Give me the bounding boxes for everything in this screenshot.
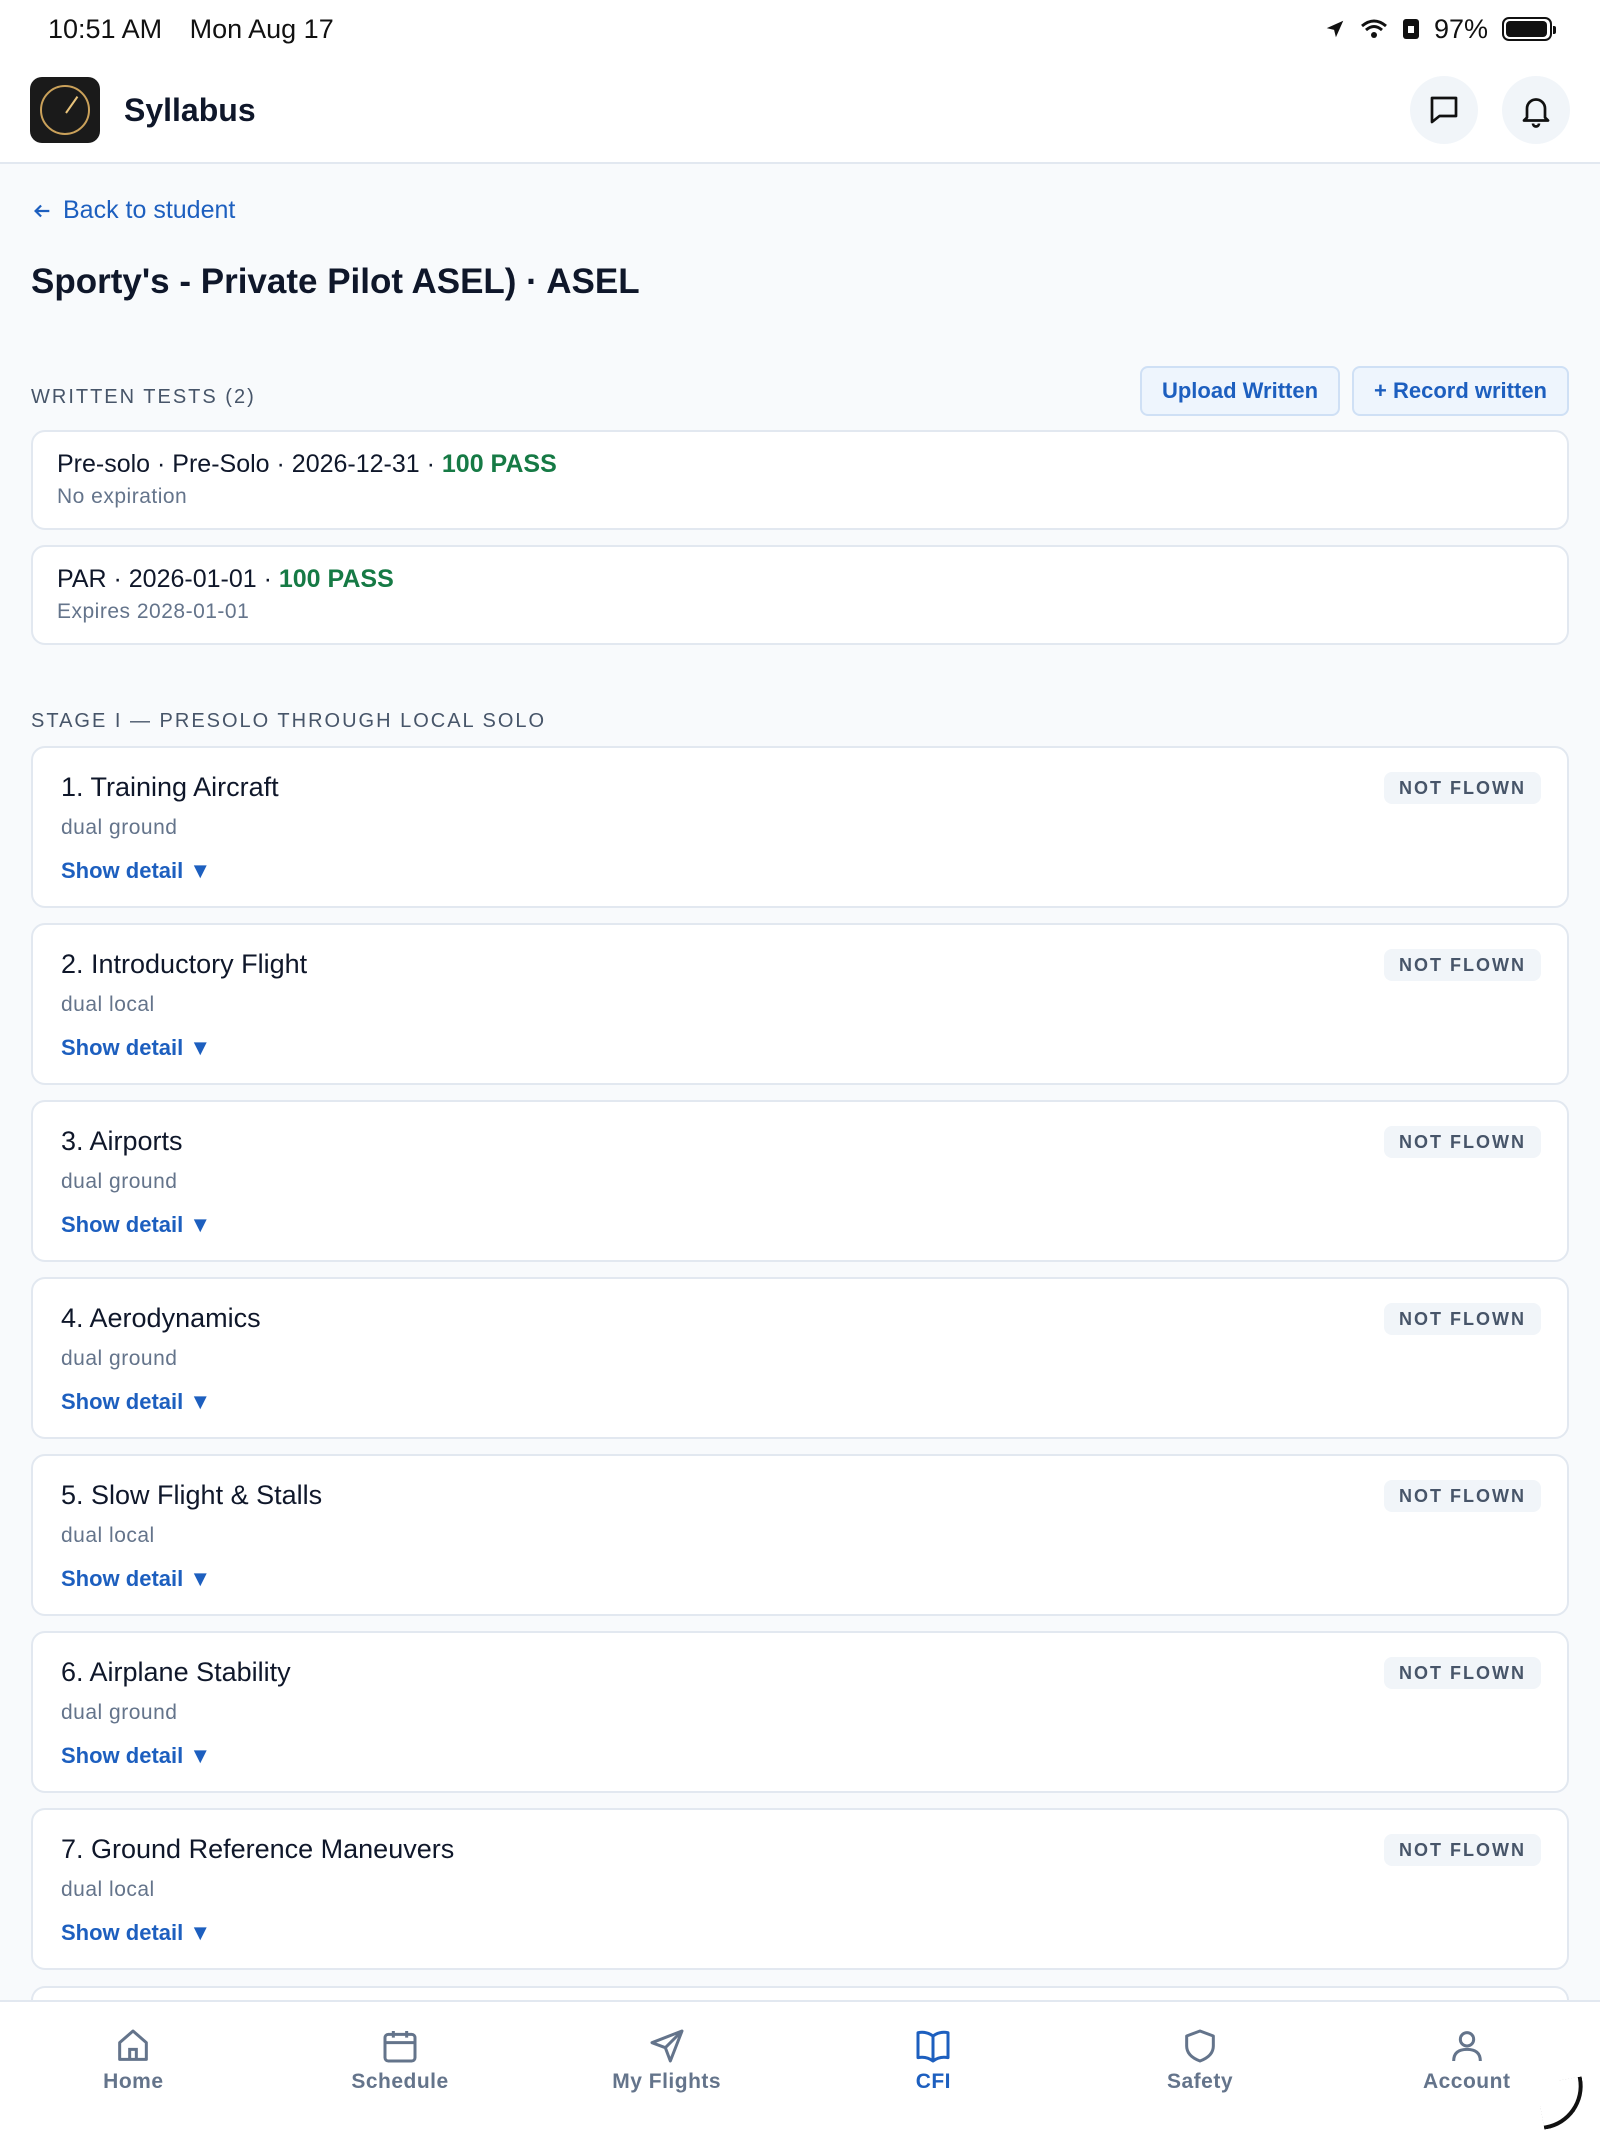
lesson-card: 4. Aerodynamics dual ground Show detail … — [31, 1277, 1569, 1439]
tab-label: My Flights — [612, 2070, 722, 2093]
battery-icon — [1502, 17, 1556, 41]
tab-safety[interactable]: Safety — [1067, 2002, 1334, 2134]
lesson-card: 3. Airports dual ground Show detail ▼ NO… — [31, 1100, 1569, 1262]
tab-label: Account — [1422, 2070, 1511, 2093]
tab-label: Schedule — [351, 2070, 449, 2093]
status-left: 10:51 AM Mon Aug 17 — [48, 14, 354, 45]
lesson-name: 2. Introductory Flight — [61, 949, 308, 979]
lesson-name: 5. Slow Flight & Stalls — [61, 1480, 323, 1510]
show-detail-button[interactable]: Show detail ▼ — [61, 1035, 211, 1061]
calendar-icon — [383, 2031, 417, 2063]
show-detail-button[interactable]: Show detail ▼ — [61, 1920, 211, 1946]
main-content: Back to student Sporty's - Private Pilot… — [0, 166, 1600, 2000]
lesson-card: 7. Ground Reference Maneuvers dual local… — [31, 1808, 1569, 1970]
lesson-type: dual local — [61, 993, 155, 1016]
tab-bar: Home Schedule My Flights CFI Safety Acco… — [0, 2000, 1600, 2134]
lesson-name: 7. Ground Reference Maneuvers — [61, 1834, 455, 1864]
written-test-card[interactable]: PAR · 2026-01-01 · 100 PASS Expires 2028… — [31, 545, 1569, 645]
clock-dial-icon — [40, 85, 90, 135]
written-test-score: 100 PASS — [441, 450, 557, 478]
notifications-button[interactable] — [1502, 76, 1570, 144]
status-badge: NOT FLOWN — [1384, 1303, 1541, 1335]
lesson-card: 5. Slow Flight & Stalls dual local Show … — [31, 1454, 1569, 1616]
home-icon — [118, 2029, 149, 2061]
status-badge: NOT FLOWN — [1384, 772, 1541, 804]
show-detail-button[interactable]: Show detail ▼ — [61, 1566, 211, 1592]
written-test-summary: PAR · 2026-01-01 · 100 PASS — [57, 565, 1543, 594]
show-detail-button[interactable]: Show detail ▼ — [61, 1212, 211, 1238]
messages-button[interactable] — [1410, 76, 1478, 144]
lesson-type: dual local — [61, 1878, 155, 1901]
lesson-type: dual local — [61, 1524, 155, 1547]
lock-rotation-icon — [1402, 19, 1419, 39]
tab-label: CFI — [915, 2070, 952, 2093]
battery-percent: 97% — [1433, 13, 1488, 44]
user-icon — [1451, 2031, 1482, 2062]
battery-fill — [1506, 21, 1547, 37]
lesson-name: 6. Airplane Stability — [61, 1657, 291, 1687]
status-badge: NOT FLOWN — [1384, 949, 1541, 981]
lesson-type: dual ground — [61, 1701, 178, 1724]
app-logo — [30, 77, 100, 143]
book-icon — [916, 2030, 950, 2063]
chat-bubble-icon — [1430, 96, 1458, 124]
show-detail-button[interactable]: Show detail ▼ — [61, 858, 211, 884]
page-title: Sporty's - Private Pilot ASEL) · ASEL — [31, 262, 640, 301]
header-actions — [1410, 76, 1570, 144]
show-detail-button[interactable]: Show detail ▼ — [61, 1743, 211, 1769]
tab-my-flights[interactable]: My Flights — [533, 2002, 800, 2134]
shield-icon — [1185, 2029, 1215, 2063]
tab-cfi[interactable]: CFI — [800, 2002, 1067, 2134]
written-test-expiration: No expiration — [57, 485, 188, 508]
status-badge: NOT FLOWN — [1384, 1480, 1541, 1512]
status-badge: NOT FLOWN — [1384, 1126, 1541, 1158]
written-test-text: Pre-solo · Pre-Solo · 2026-12-31 · — [57, 450, 442, 478]
app-header: Syllabus — [0, 58, 1600, 164]
written-test-expiration: Expires 2028-01-01 — [57, 600, 250, 623]
wifi-icon — [1360, 19, 1387, 38]
tab-schedule[interactable]: Schedule — [267, 2002, 534, 2134]
header-title: Syllabus — [124, 91, 256, 128]
written-actions: Upload Written + Record written — [1139, 366, 1569, 416]
upload-written-button[interactable]: Upload Written — [1139, 366, 1341, 416]
status-date: Mon Aug 17 — [189, 13, 334, 44]
location-arrow-icon — [1326, 20, 1344, 38]
arrow-left-icon — [34, 204, 50, 217]
status-bar: 10:51 AM Mon Aug 17 97% — [0, 0, 1600, 58]
written-test-text: PAR · 2026-01-01 · — [57, 565, 279, 593]
written-test-score: 100 PASS — [278, 565, 394, 593]
record-written-button[interactable]: + Record written — [1352, 366, 1569, 416]
status-right: 97% — [1324, 13, 1556, 45]
status-badge: NOT FLOWN — [1384, 1657, 1541, 1689]
lesson-type: dual ground — [61, 816, 178, 839]
lesson-name: 4. Aerodynamics — [61, 1303, 261, 1333]
show-detail-button[interactable]: Show detail ▼ — [61, 1389, 211, 1415]
status-time: 10:51 AM — [48, 13, 163, 44]
back-to-student-link[interactable]: Back to student — [31, 196, 235, 225]
lesson-type: dual ground — [61, 1347, 178, 1370]
lesson-name: 1. Training Aircraft — [61, 772, 279, 802]
lesson-card: 1. Training Aircraft dual ground Show de… — [31, 746, 1569, 908]
tab-label: Home — [103, 2070, 164, 2093]
written-test-summary: Pre-solo · Pre-Solo · 2026-12-31 · 100 P… — [57, 450, 1543, 479]
tab-label: Safety — [1167, 2070, 1234, 2093]
written-tests-label: WRITTEN TESTS (2) — [31, 386, 256, 408]
lesson-card: 2. Introductory Flight dual local Show d… — [31, 923, 1569, 1085]
stage-label: STAGE I — PRESOLO THROUGH LOCAL SOLO — [31, 710, 547, 732]
back-label: Back to student — [63, 196, 236, 224]
lesson-type: dual ground — [61, 1170, 178, 1193]
tab-home[interactable]: Home — [0, 2002, 267, 2134]
status-badge: NOT FLOWN — [1384, 1834, 1541, 1866]
paper-plane-icon — [650, 2029, 684, 2063]
bell-icon — [1522, 98, 1550, 128]
written-tests-header: WRITTEN TESTS (2) Upload Written + Recor… — [31, 366, 1569, 416]
lesson-name: 3. Airports — [61, 1126, 183, 1156]
written-test-card[interactable]: Pre-solo · Pre-Solo · 2026-12-31 · 100 P… — [31, 430, 1569, 530]
lesson-card: 6. Airplane Stability dual ground Show d… — [31, 1631, 1569, 1793]
